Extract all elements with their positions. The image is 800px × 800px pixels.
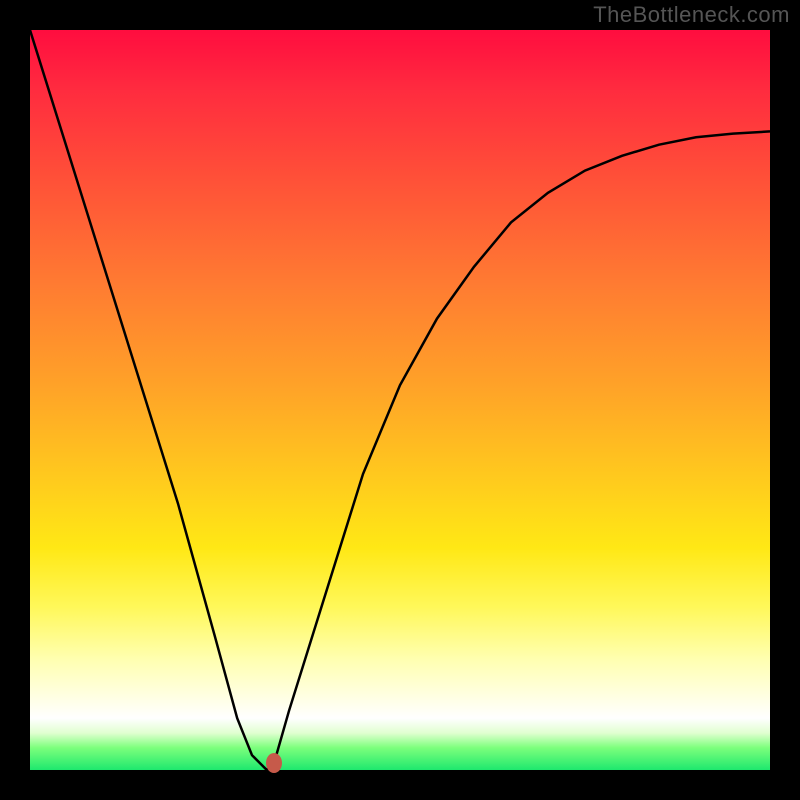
optimum-marker [266,753,282,773]
bottleneck-curve-path [30,30,770,770]
chart-frame: TheBottleneck.com [0,0,800,800]
curve-svg [30,30,770,770]
plot-area [30,30,770,770]
watermark-text: TheBottleneck.com [593,2,790,28]
